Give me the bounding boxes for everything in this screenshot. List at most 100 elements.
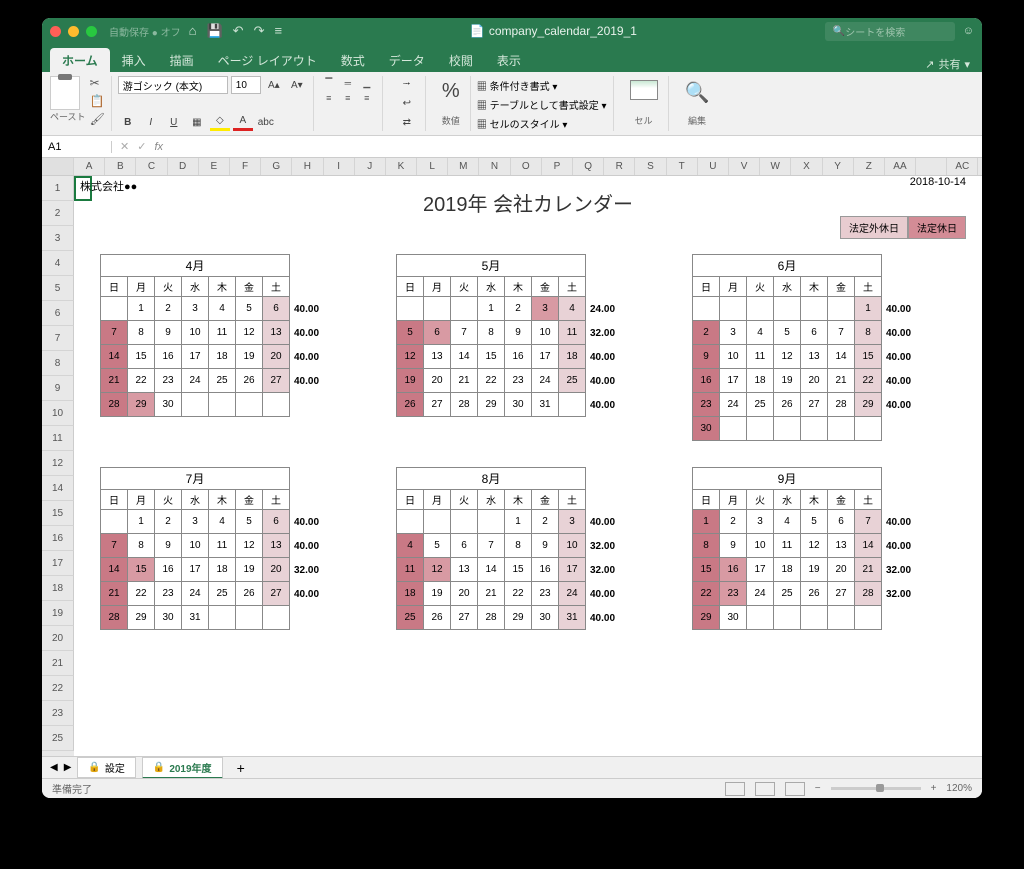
- row-header[interactable]: 5: [42, 276, 74, 301]
- align-center-icon[interactable]: ≡: [339, 91, 357, 105]
- row-header[interactable]: 4: [42, 251, 74, 276]
- table-format-button[interactable]: ▦ テーブルとして書式設定 ▾: [477, 97, 607, 112]
- row-header[interactable]: 17: [42, 551, 74, 576]
- tab-page-layout[interactable]: ページ レイアウト: [206, 48, 329, 72]
- zoom-out-button[interactable]: −: [815, 783, 821, 794]
- font-name-select[interactable]: 游ゴシック (本文): [118, 76, 228, 94]
- sheet-tab-settings[interactable]: 🔒 設定: [77, 757, 135, 778]
- column-header[interactable]: Q: [573, 158, 604, 175]
- accept-formula-icon[interactable]: ✓: [137, 140, 146, 153]
- font-color-button[interactable]: A: [233, 113, 253, 131]
- column-header[interactable]: M: [448, 158, 479, 175]
- row-header[interactable]: 11: [42, 426, 74, 451]
- column-header[interactable]: X: [791, 158, 822, 175]
- percent-icon[interactable]: %: [442, 80, 460, 103]
- redo-icon[interactable]: ↷: [254, 23, 265, 39]
- fx-icon[interactable]: fx: [154, 141, 163, 153]
- sheet-nav-next-icon[interactable]: ▶: [64, 762, 72, 773]
- row-header[interactable]: 19: [42, 601, 74, 626]
- cancel-formula-icon[interactable]: ✕: [120, 140, 129, 153]
- row-header[interactable]: 22: [42, 676, 74, 701]
- row-header[interactable]: 8: [42, 351, 74, 376]
- wrap-text-icon[interactable]: ↩: [397, 95, 417, 113]
- column-header[interactable]: H: [292, 158, 323, 175]
- align-bottom-icon[interactable]: ▁: [358, 76, 376, 90]
- row-header[interactable]: 16: [42, 526, 74, 551]
- column-header[interactable]: V: [729, 158, 760, 175]
- view-page-icon[interactable]: [755, 782, 775, 796]
- find-icon[interactable]: 🔍: [685, 80, 710, 105]
- tab-review[interactable]: 校閲: [437, 48, 485, 72]
- font-size-select[interactable]: 10: [231, 76, 261, 94]
- column-header[interactable]: B: [105, 158, 136, 175]
- border-button[interactable]: ▦: [187, 113, 207, 131]
- view-break-icon[interactable]: [785, 782, 805, 796]
- cut-icon[interactable]: ✂: [90, 76, 105, 90]
- maximize-window-button[interactable]: [86, 26, 97, 37]
- tab-formulas[interactable]: 数式: [329, 48, 377, 72]
- column-header[interactable]: L: [417, 158, 448, 175]
- row-header[interactable]: 10: [42, 401, 74, 426]
- row-header[interactable]: 15: [42, 501, 74, 526]
- format-painter-icon[interactable]: 🖌: [90, 112, 105, 126]
- select-all-corner[interactable]: [42, 158, 74, 175]
- column-header[interactable]: F: [230, 158, 261, 175]
- column-header[interactable]: W: [760, 158, 791, 175]
- tab-view[interactable]: 表示: [485, 48, 533, 72]
- paste-icon[interactable]: [50, 76, 80, 110]
- column-header[interactable]: J: [355, 158, 386, 175]
- row-header[interactable]: 2: [42, 201, 74, 226]
- minimize-window-button[interactable]: [68, 26, 79, 37]
- italic-button[interactable]: I: [141, 113, 161, 131]
- column-header[interactable]: E: [199, 158, 230, 175]
- column-header[interactable]: Y: [823, 158, 854, 175]
- column-header[interactable]: AC: [947, 158, 978, 175]
- tab-home[interactable]: ホーム: [50, 48, 110, 72]
- zoom-slider[interactable]: [831, 787, 921, 790]
- tab-insert[interactable]: 挿入: [110, 48, 158, 72]
- search-box[interactable]: 🔍 シートを検索: [825, 22, 955, 41]
- tab-draw[interactable]: 描画: [158, 48, 206, 72]
- column-header[interactable]: A: [74, 158, 105, 175]
- align-right-icon[interactable]: ≡: [358, 91, 376, 105]
- row-header[interactable]: 18: [42, 576, 74, 601]
- close-window-button[interactable]: [50, 26, 61, 37]
- column-header[interactable]: R: [604, 158, 635, 175]
- align-left-icon[interactable]: ≡: [320, 91, 338, 105]
- column-header[interactable]: C: [136, 158, 167, 175]
- copy-icon[interactable]: 📋: [90, 94, 105, 108]
- row-header[interactable]: 7: [42, 326, 74, 351]
- merge-icon[interactable]: ⇄: [397, 113, 417, 131]
- view-normal-icon[interactable]: [725, 782, 745, 796]
- column-header[interactable]: N: [479, 158, 510, 175]
- sheet-nav-prev-icon[interactable]: ◀: [50, 762, 58, 773]
- column-header[interactable]: O: [511, 158, 542, 175]
- row-header[interactable]: 1: [42, 176, 74, 201]
- underline-button[interactable]: U: [164, 113, 184, 131]
- row-header[interactable]: 14: [42, 476, 74, 501]
- tab-data[interactable]: データ: [377, 48, 437, 72]
- share-button[interactable]: ↗ 共有 ▾: [925, 56, 982, 72]
- zoom-in-button[interactable]: +: [931, 783, 937, 794]
- column-header[interactable]: U: [698, 158, 729, 175]
- row-header[interactable]: 21: [42, 651, 74, 676]
- decrease-font-icon[interactable]: A▾: [287, 76, 307, 94]
- column-header[interactable]: D: [168, 158, 199, 175]
- column-header[interactable]: K: [386, 158, 417, 175]
- column-header[interactable]: [916, 158, 947, 175]
- column-header[interactable]: P: [542, 158, 573, 175]
- phonetic-button[interactable]: abc: [256, 113, 276, 131]
- row-header[interactable]: 9: [42, 376, 74, 401]
- column-header[interactable]: T: [667, 158, 698, 175]
- conditional-format-button[interactable]: ▦ 条件付き書式 ▾: [477, 78, 607, 93]
- name-box[interactable]: A1: [48, 141, 112, 153]
- column-header[interactable]: AA: [885, 158, 916, 175]
- column-header[interactable]: I: [324, 158, 355, 175]
- row-header[interactable]: 23: [42, 701, 74, 726]
- sheet-tab-2019[interactable]: 🔒 2019年度: [142, 757, 223, 779]
- add-sheet-button[interactable]: +: [229, 760, 253, 776]
- row-header[interactable]: 25: [42, 726, 74, 751]
- row-header[interactable]: 3: [42, 226, 74, 251]
- row-header[interactable]: 6: [42, 301, 74, 326]
- home-icon[interactable]: ⌂: [189, 23, 197, 39]
